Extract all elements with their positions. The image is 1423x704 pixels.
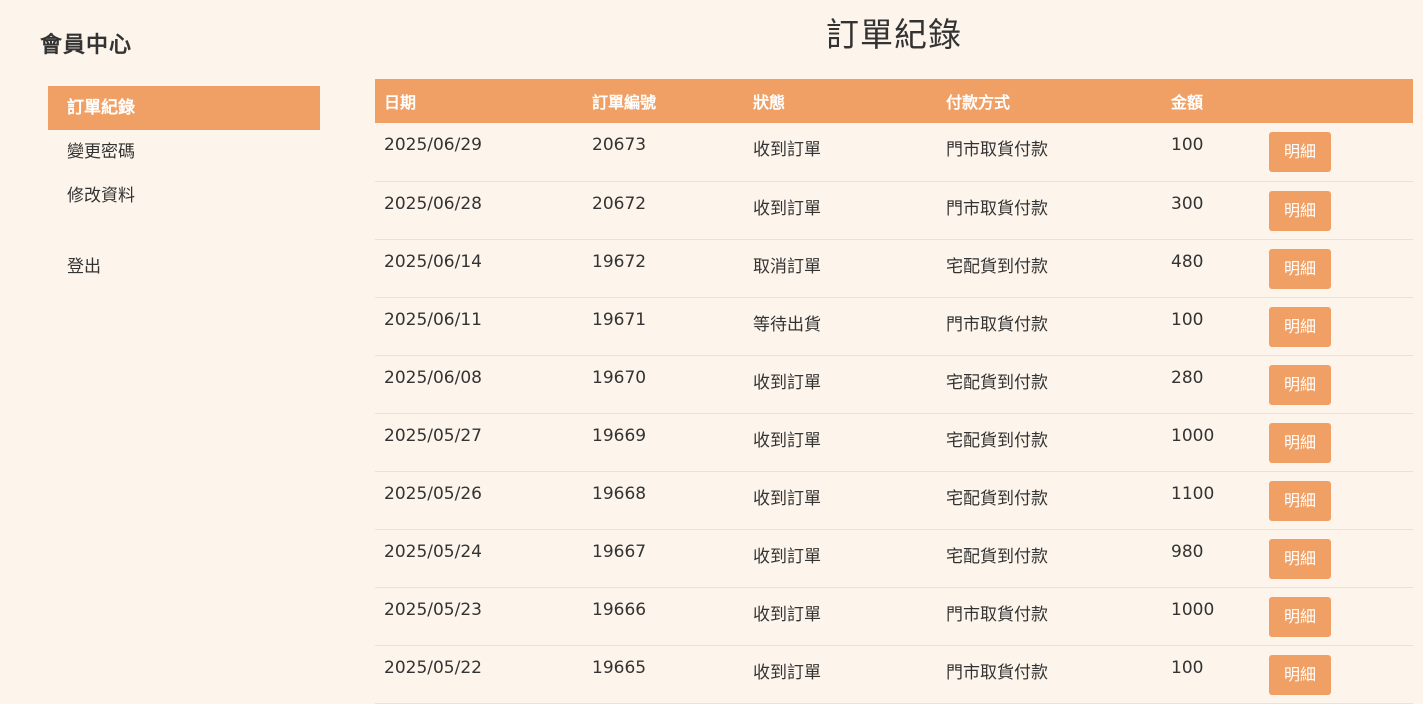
- order-detail-button[interactable]: 明細: [1269, 364, 1331, 405]
- order-date-cell: 2025/05/22: [375, 645, 583, 704]
- table-row: 2025/05/24 19667 收到訂單 宅配貨到付款 980 明細: [375, 529, 1413, 588]
- order-amount-cell: 300: [1162, 181, 1269, 240]
- payment-method-cell: 宅配貨到付款: [937, 413, 1162, 472]
- table-row: 2025/06/14 19672 取消訂單 宅配貨到付款 480 明細: [375, 239, 1413, 298]
- order-date-cell: 2025/06/29: [375, 123, 583, 182]
- orders-table: 日期 訂單編號 狀態 付款方式 金額 2025/06/29 20673 收到訂單 門市…: [375, 79, 1413, 704]
- order-action-cell: 明細: [1269, 645, 1413, 704]
- orders-table-body: 2025/06/29 20673 收到訂單 門市取貨付款 100 明細 2025/06/28…: [375, 123, 1413, 704]
- table-row: 2025/06/29 20673 收到訂單 門市取貨付款 100 明細: [375, 123, 1413, 182]
- payment-method-cell: 門市取貨付款: [937, 181, 1162, 240]
- order-status-cell: 收到訂單: [744, 123, 937, 182]
- order-date-cell: 2025/06/11: [375, 297, 583, 356]
- order-action-cell: 明細: [1269, 355, 1413, 414]
- order-number-cell: 19671: [583, 297, 744, 356]
- table-row: 2025/05/27 19669 收到訂單 宅配貨到付款 1000 明細: [375, 413, 1413, 472]
- order-date-cell: 2025/05/24: [375, 529, 583, 588]
- table-row: 2025/05/23 19666 收到訂單 門市取貨付款 1000 明細: [375, 587, 1413, 646]
- column-header-amount: 金額: [1171, 93, 1204, 112]
- column-header-date: 日期: [384, 93, 417, 112]
- order-action-cell: 明細: [1269, 123, 1413, 182]
- table-row: 2025/05/22 19665 收到訂單 門市取貨付款 100 明細: [375, 645, 1413, 704]
- column-header-status: 狀態: [753, 93, 786, 112]
- order-amount-cell: 100: [1162, 297, 1269, 356]
- table-row: 2025/06/08 19670 收到訂單 宅配貨到付款 280 明細: [375, 355, 1413, 414]
- order-amount-cell: 1100: [1162, 471, 1269, 530]
- order-amount-cell: 1000: [1162, 413, 1269, 472]
- order-status-cell: 收到訂單: [744, 529, 937, 588]
- order-status-cell: 收到訂單: [744, 355, 937, 414]
- order-status-cell: 收到訂單: [744, 413, 937, 472]
- order-status-cell: 收到訂單: [744, 471, 937, 530]
- order-date-cell: 2025/05/23: [375, 587, 583, 646]
- order-action-cell: 明細: [1269, 529, 1413, 588]
- order-number-cell: 19670: [583, 355, 744, 414]
- sidebar-title: 會員中心: [40, 33, 133, 58]
- order-number-cell: 19672: [583, 239, 744, 298]
- order-amount-cell: 1000: [1162, 587, 1269, 646]
- page-title: 訂單紀錄: [826, 15, 962, 54]
- payment-method-cell: 門市取貨付款: [937, 297, 1162, 356]
- order-amount-cell: 280: [1162, 355, 1269, 414]
- order-number-cell: 19665: [583, 645, 744, 704]
- order-status-cell: 收到訂單: [744, 181, 937, 240]
- sidebar: 會員中心 訂單紀錄 變更密碼 修改資料 登出: [0, 0, 340, 699]
- order-status-cell: 取消訂單: [744, 239, 937, 298]
- order-date-cell: 2025/05/26: [375, 471, 583, 530]
- table-row: 2025/05/26 19668 收到訂單 宅配貨到付款 1100 明細: [375, 471, 1413, 530]
- payment-method-cell: 宅配貨到付款: [937, 471, 1162, 530]
- order-date-cell: 2025/05/27: [375, 413, 583, 472]
- order-action-cell: 明細: [1269, 181, 1413, 240]
- sidebar-item-edit-profile[interactable]: 修改資料: [48, 174, 320, 218]
- payment-method-cell: 宅配貨到付款: [937, 355, 1162, 414]
- order-number-cell: 19667: [583, 529, 744, 588]
- table-row: 2025/06/11 19671 等待出貨 門市取貨付款 100 明細: [375, 297, 1413, 356]
- order-action-cell: 明細: [1269, 471, 1413, 530]
- order-action-cell: 明細: [1269, 239, 1413, 298]
- order-detail-button[interactable]: 明細: [1269, 538, 1331, 579]
- order-detail-button[interactable]: 明細: [1269, 248, 1331, 289]
- table-row: 2025/06/28 20672 收到訂單 門市取貨付款 300 明細: [375, 181, 1413, 240]
- order-amount-cell: 100: [1162, 123, 1269, 182]
- order-detail-button[interactable]: 明細: [1269, 596, 1331, 637]
- order-status-cell: 收到訂單: [744, 587, 937, 646]
- order-action-cell: 明細: [1269, 413, 1413, 472]
- order-number-cell: 20672: [583, 181, 744, 240]
- payment-method-cell: 宅配貨到付款: [937, 529, 1162, 588]
- column-header-payment: 付款方式: [946, 93, 1011, 112]
- order-detail-button[interactable]: 明細: [1269, 306, 1331, 347]
- order-date-cell: 2025/06/14: [375, 239, 583, 298]
- order-amount-cell: 480: [1162, 239, 1269, 298]
- order-detail-button[interactable]: 明細: [1269, 422, 1331, 463]
- order-number-cell: 19666: [583, 587, 744, 646]
- order-action-cell: 明細: [1269, 297, 1413, 356]
- order-status-cell: 收到訂單: [744, 645, 937, 704]
- column-header-action: [1269, 79, 1413, 123]
- sidebar-item-logout[interactable]: 登出: [48, 245, 320, 289]
- order-date-cell: 2025/06/28: [375, 181, 583, 240]
- payment-method-cell: 門市取貨付款: [937, 587, 1162, 646]
- sidebar-item-change-password[interactable]: 變更密碼: [48, 130, 320, 174]
- order-status-cell: 等待出貨: [744, 297, 937, 356]
- table-header-row: 日期 訂單編號 狀態 付款方式 金額: [375, 79, 1413, 123]
- order-detail-button[interactable]: 明細: [1269, 654, 1331, 695]
- order-number-cell: 19668: [583, 471, 744, 530]
- order-detail-button[interactable]: 明細: [1269, 190, 1331, 231]
- payment-method-cell: 門市取貨付款: [937, 645, 1162, 704]
- sidebar-item-order-history[interactable]: 訂單紀錄: [48, 86, 320, 130]
- order-number-cell: 19669: [583, 413, 744, 472]
- order-date-cell: 2025/06/08: [375, 355, 583, 414]
- order-detail-button[interactable]: 明細: [1269, 480, 1331, 521]
- order-action-cell: 明細: [1269, 587, 1413, 646]
- order-amount-cell: 980: [1162, 529, 1269, 588]
- order-number-cell: 20673: [583, 123, 744, 182]
- sidebar-menu: 訂單紀錄 變更密碼 修改資料 登出: [48, 86, 320, 289]
- order-amount-cell: 100: [1162, 645, 1269, 704]
- order-detail-button[interactable]: 明細: [1269, 132, 1331, 172]
- payment-method-cell: 門市取貨付款: [937, 123, 1162, 182]
- column-header-order-number: 訂單編號: [592, 93, 657, 112]
- orders-table-container: 日期 訂單編號 狀態 付款方式 金額 2025/06/29 20673 收到訂單 門市…: [375, 79, 1413, 704]
- payment-method-cell: 宅配貨到付款: [937, 239, 1162, 298]
